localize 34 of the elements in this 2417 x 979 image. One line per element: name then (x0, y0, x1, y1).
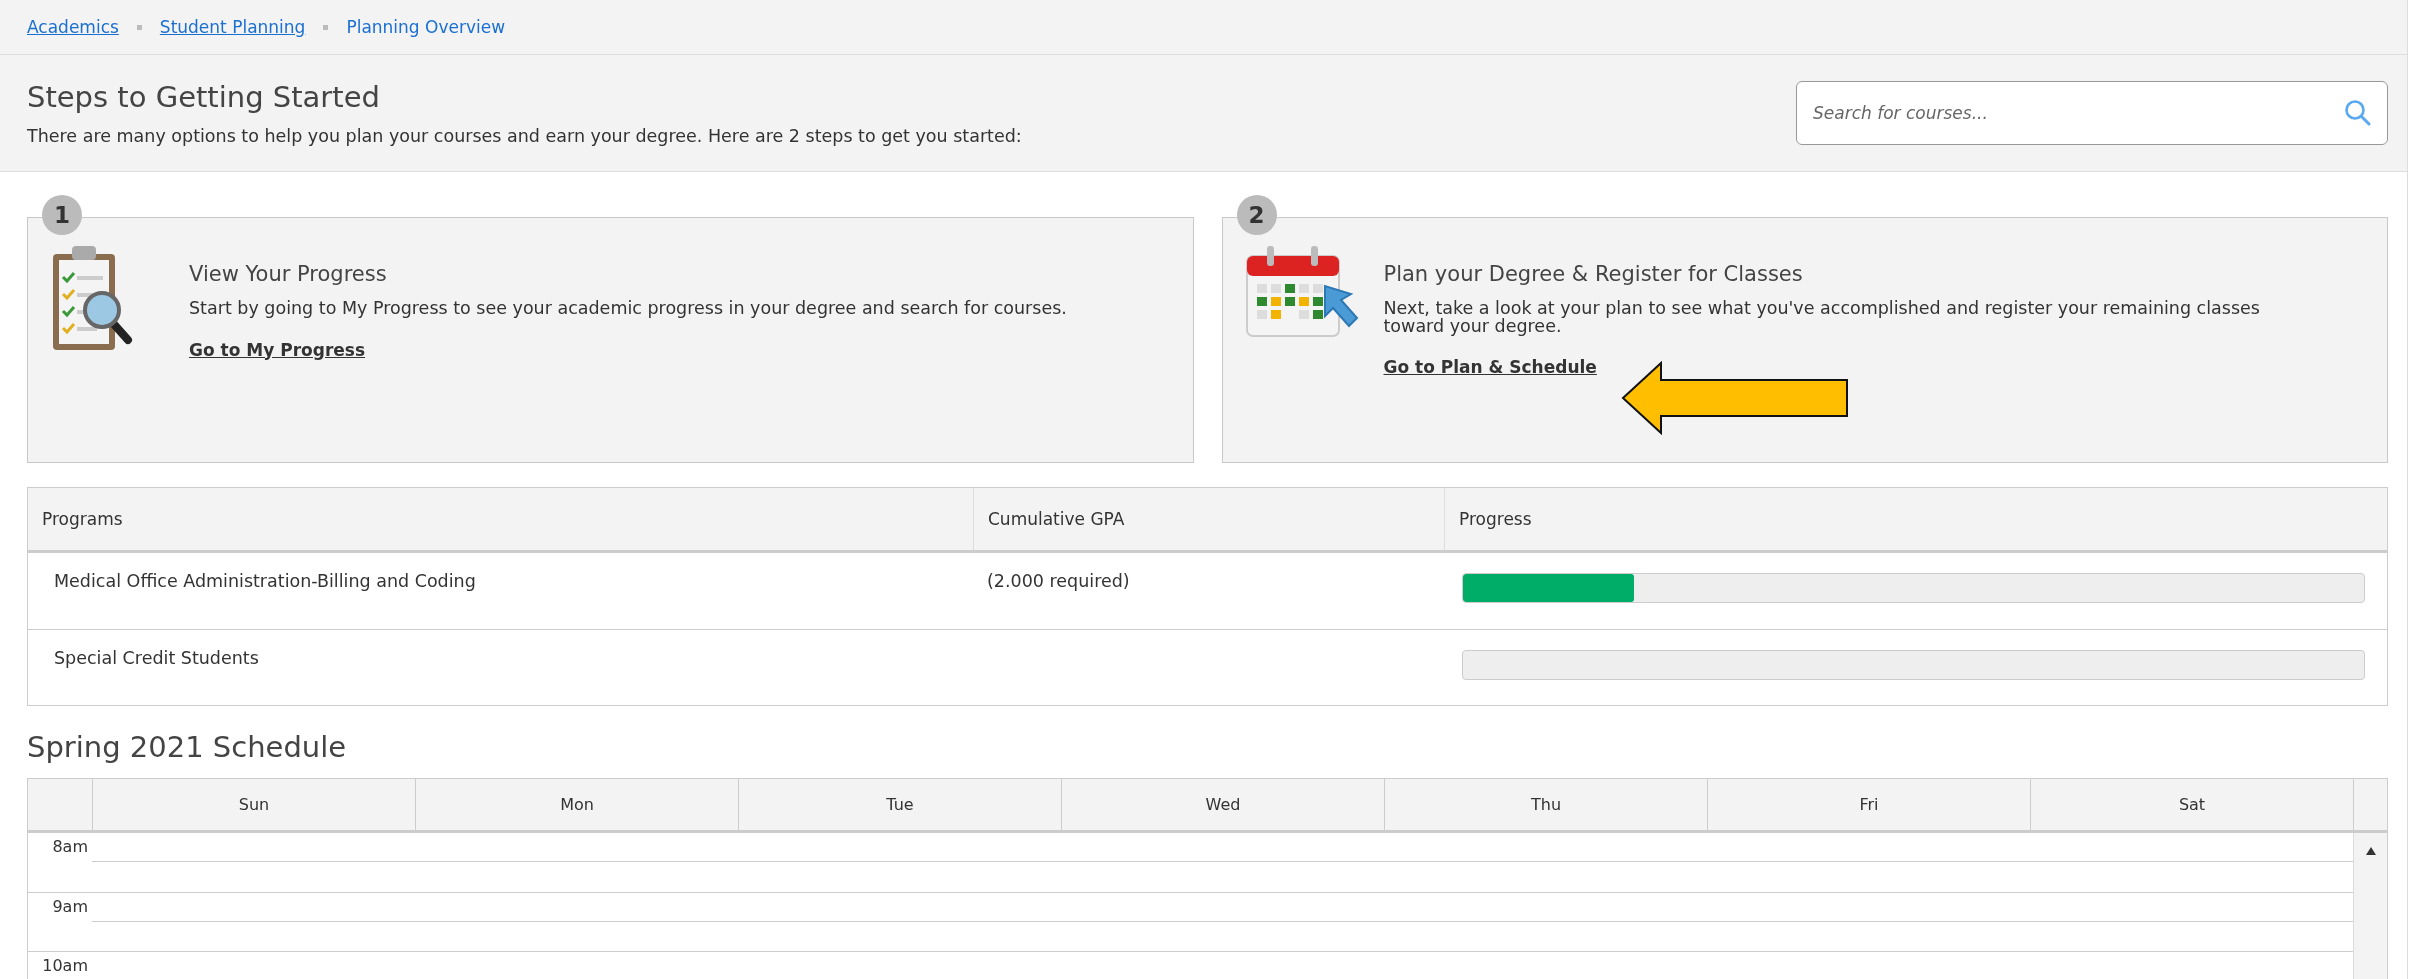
separator-icon (323, 24, 329, 30)
step-number-badge: 1 (42, 195, 82, 235)
gpa-requirement: (2.000 required) (987, 571, 1130, 591)
day-header: Tue (738, 779, 1061, 833)
page-subtitle: There are many options to help you plan your courses and earn your degree. Here are 2 steps to get you started: (27, 126, 1022, 146)
hour-label: 8am (51, 836, 89, 858)
step-title: Plan your Degree & Register for Classes (1383, 262, 1804, 286)
step-title: View Your Progress (189, 262, 388, 286)
day-header: Fri (1707, 779, 2030, 833)
day-header: Mon (415, 779, 738, 833)
step-link[interactable]: Go to Plan & Schedule (1383, 357, 1597, 377)
breadcrumb-link[interactable]: Student Planning (159, 17, 306, 37)
step-link[interactable]: Go to My Progress (189, 339, 366, 360)
step-number-badge: 2 (1236, 195, 1277, 235)
schedule-title: Spring 2021 Schedule (27, 730, 348, 764)
column-header: Cumulative GPA (973, 488, 1444, 550)
day-header: Wed (1061, 779, 1384, 833)
column-header: Programs (41, 508, 124, 531)
program-name: Medical Office Administration-Billing and Coding (53, 570, 477, 593)
scrollbar[interactable] (2353, 833, 2387, 979)
day-header: Sat (2030, 779, 2353, 833)
search-field[interactable]: Search for courses... (1796, 81, 2388, 145)
search-icon[interactable] (2344, 99, 2372, 127)
program-name: Special Credit Students (53, 647, 260, 670)
step-description: Next, take a look at your plan to see what you've accomplished and register your remaining classes toward your degree. (1383, 300, 2261, 335)
scroll-up-icon[interactable] (2365, 847, 2376, 855)
breadcrumb-link[interactable]: Academics (27, 17, 119, 37)
day-header: Sun (92, 779, 415, 833)
separator-icon (136, 24, 142, 30)
step-description: Start by going to My Progress to see your academic progress in your degree and search for courses. (189, 300, 1068, 318)
day-header: Thu (1384, 779, 1707, 833)
breadcrumb-link[interactable]: Planning Overview (346, 17, 506, 37)
column-header: Progress (1444, 488, 2387, 550)
page-title: Steps to Getting Started (27, 80, 381, 114)
